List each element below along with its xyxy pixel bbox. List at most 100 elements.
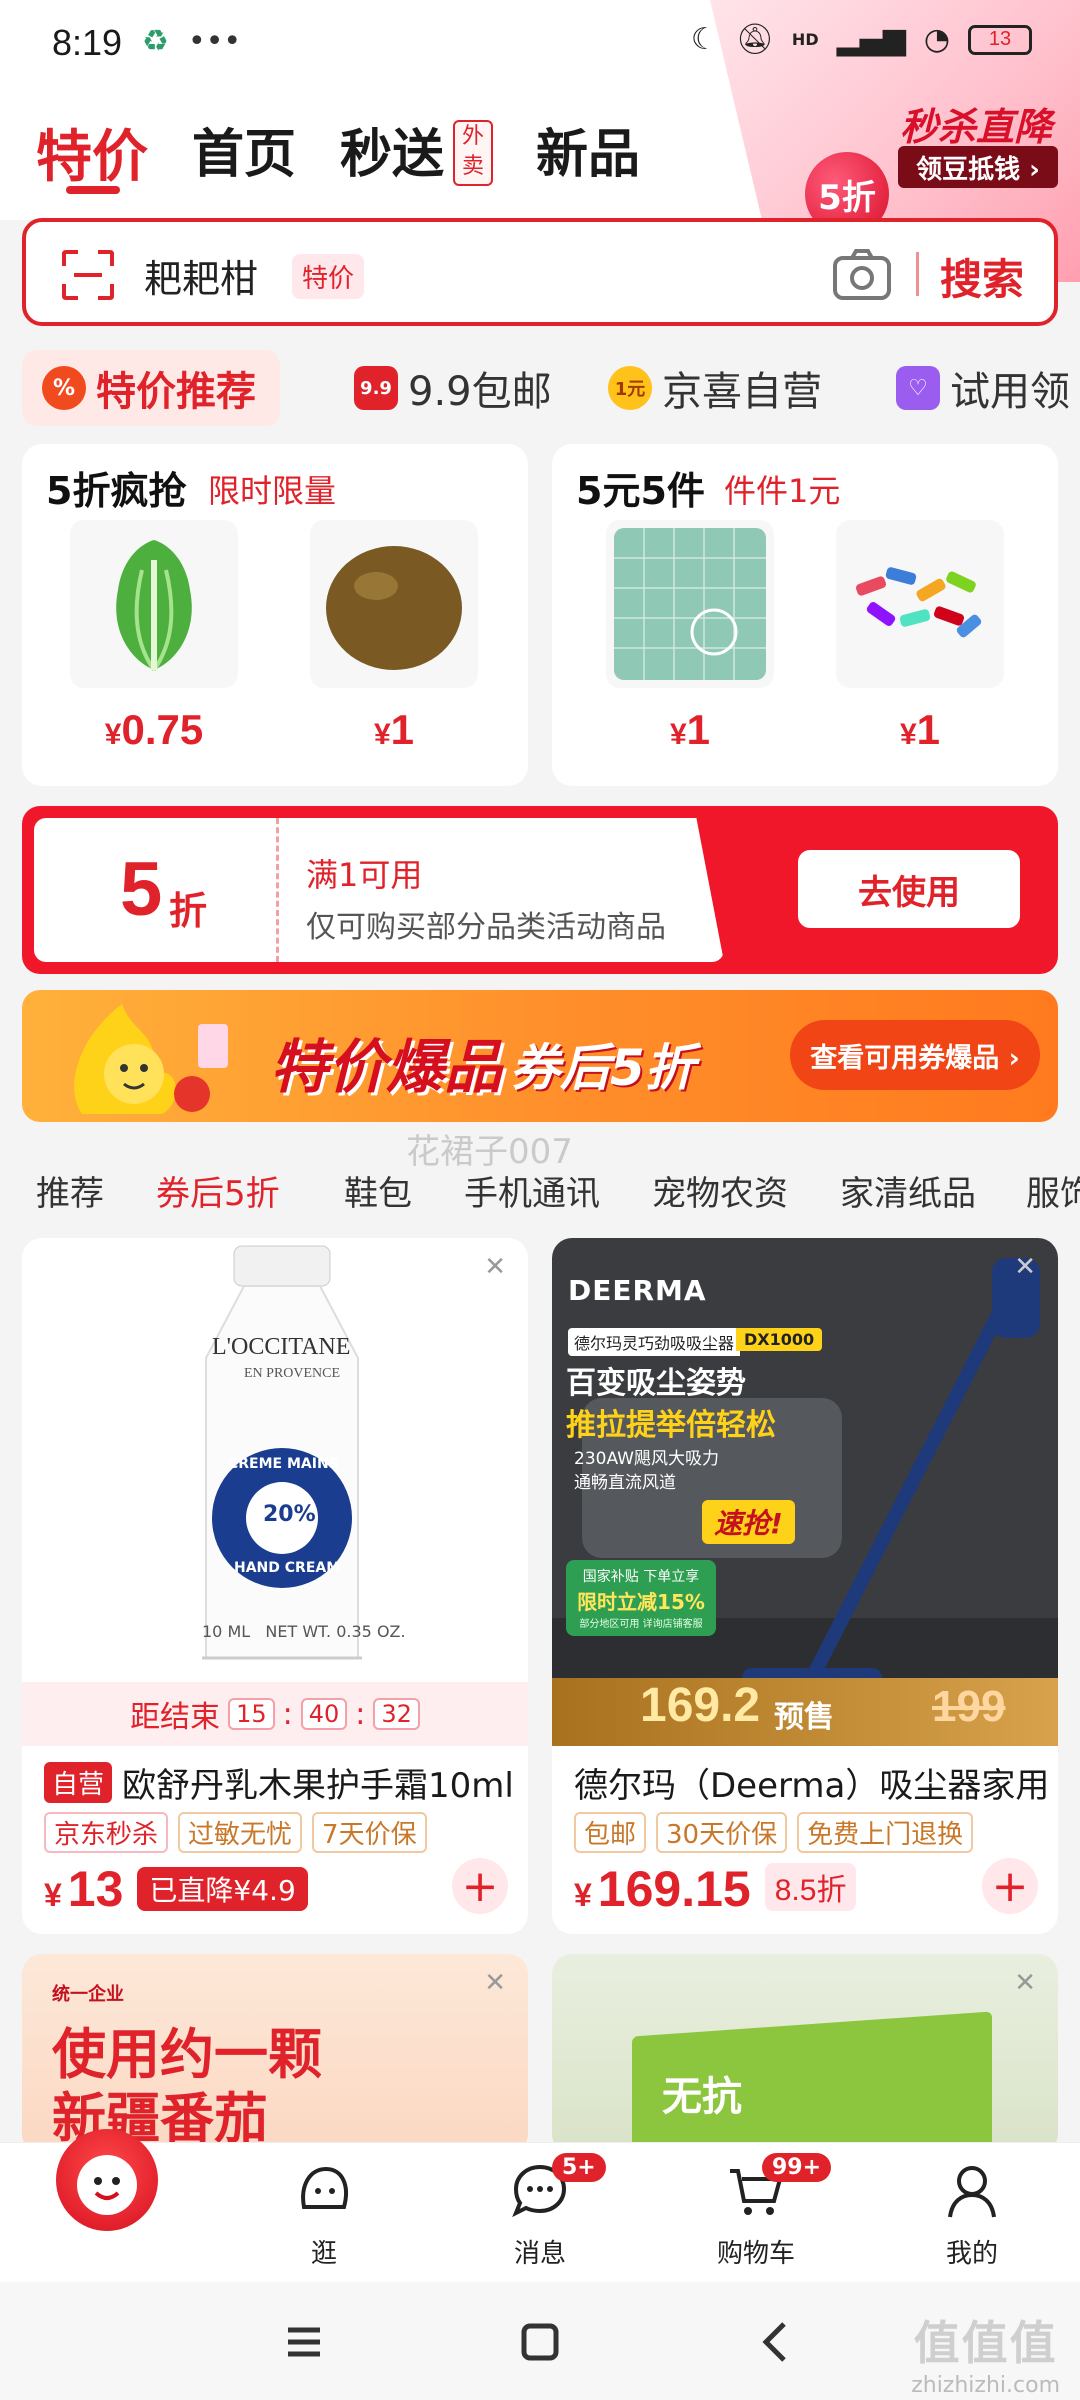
filter-recommend[interactable]: 推荐 xyxy=(36,1166,104,1215)
category-jingxi[interactable]: 1元 京喜自营 xyxy=(608,350,822,426)
search-input[interactable]: 耙耙柑 xyxy=(144,248,258,303)
filter-shoes-bags[interactable]: 鞋包 xyxy=(344,1166,412,1215)
category-tejia-tuijian[interactable]: % 特价推荐 xyxy=(22,350,280,426)
hand-cream-image[interactable]: L'OCCITANE EN PROVENCE CREME MAINS 20% H… xyxy=(22,1238,528,1746)
menu-icon[interactable] xyxy=(274,2312,334,2372)
add-to-cart-button[interactable]: + xyxy=(982,1858,1038,1914)
price-value: 1 xyxy=(686,706,711,753)
close-icon[interactable]: ✕ xyxy=(1014,1968,1036,1998)
app-notification-icon: ♻ xyxy=(142,24,169,59)
luohanguo-image[interactable] xyxy=(310,520,478,688)
subsidy-price: 169.2 xyxy=(640,1679,761,1732)
original-price: 199 xyxy=(932,1682,1006,1731)
product-title: 德尔玛（Deerma）吸尘器家用 xyxy=(574,1766,1050,1806)
camera-icon[interactable] xyxy=(832,248,892,302)
nav-label: 消息 xyxy=(513,2239,566,2269)
category-label: 9.9包邮 xyxy=(408,369,552,415)
product-label-bottom: HAND CREAM xyxy=(234,1560,341,1576)
message-badge: 5+ xyxy=(552,2153,606,2182)
close-icon[interactable]: ✕ xyxy=(484,1968,506,1998)
gov-line-1: 国家补贴 下单立享 xyxy=(582,1569,700,1585)
banner-title: 特价爆品 xyxy=(270,1033,503,1101)
product-card-tomato[interactable]: 统一企业 使用约一颗 新疆番茄 ✕ xyxy=(22,1954,528,2154)
home-square-icon[interactable] xyxy=(510,2312,570,2372)
deal-card-half-price[interactable]: 5折疯抢 限时限量 ¥0.75 ¥1 xyxy=(22,444,528,786)
product-title: 欧舒丹乳木果护手霜10ml xyxy=(122,1766,514,1806)
wifi-icon: ◔ xyxy=(923,22,950,57)
deal-price: ¥1 xyxy=(606,706,774,754)
product-tags: 包邮 30天价保 免费上门退换 xyxy=(574,1812,974,1853)
user-watermark: 花裙子007 xyxy=(406,1132,573,1172)
deal-price: ¥0.75 xyxy=(70,706,238,754)
deal-card-5-for-5[interactable]: 5元5件 件件1元 ¥1 ¥1 xyxy=(552,444,1058,786)
tab-new[interactable]: 新品 xyxy=(536,112,640,187)
category-label: 特价推荐 xyxy=(96,369,256,415)
category-99-baoyou[interactable]: 9.9 9.9包邮 xyxy=(354,350,552,426)
cart-badge: 99+ xyxy=(762,2153,832,2182)
deal-subtitle: 限时限量 xyxy=(208,472,337,510)
vacuum-image[interactable]: DEERMA 德尔玛灵巧劲吸吸尘器 DX1000 百变吸尘姿势 推拉提举倍轻松 … xyxy=(552,1238,1058,1746)
back-icon[interactable] xyxy=(746,2312,806,2372)
nav-label: 我的 xyxy=(945,2239,998,2269)
presale-label: 预售 xyxy=(774,1700,834,1735)
battery-icon: 13 xyxy=(968,24,1032,55)
search-bar[interactable]: 耙耙柑 特价 搜索 xyxy=(22,218,1058,326)
coupon-divider xyxy=(276,818,279,962)
gov-line-3: 部分地区可用 详询店铺客服 xyxy=(579,1619,703,1630)
price-value: 1 xyxy=(390,706,415,753)
currency-symbol: ¥ xyxy=(104,718,122,751)
use-coupon-button[interactable]: 去使用 xyxy=(798,850,1020,928)
product-card-box[interactable]: 无抗 ✕ xyxy=(552,1954,1058,2154)
filter-household[interactable]: 家清纸品 xyxy=(840,1166,976,1215)
currency-symbol: ¥ xyxy=(373,718,391,751)
image-bullet-2: 通畅直流风道 xyxy=(574,1473,676,1493)
tab-miaosong[interactable]: 秒送 xyxy=(340,112,444,187)
category-trial[interactable]: ♡ 试用领 xyxy=(896,350,1070,426)
price-value: 13 xyxy=(67,1861,124,1917)
cutting-mat-image[interactable] xyxy=(606,520,774,688)
coupon-description: 仅可购买部分品类活动商品 xyxy=(306,910,666,945)
filter-clothing[interactable]: 服饰 xyxy=(1026,1166,1080,1215)
scan-icon[interactable] xyxy=(60,248,116,302)
jd-home-logo[interactable] xyxy=(56,2129,158,2231)
search-button[interactable]: 搜索 xyxy=(940,246,1024,307)
hair-clips-image[interactable] xyxy=(836,520,1004,688)
presale-price-strip: 169.2 预售 199 xyxy=(552,1678,1058,1746)
trial-gift-icon: ♡ xyxy=(896,366,940,410)
nav-cart[interactable]: 99+ 购物车 xyxy=(686,2153,832,2270)
coupon-amount: 5 xyxy=(120,847,163,932)
price-99-icon: 9.9 xyxy=(354,366,398,410)
nav-messages[interactable]: 5+ 消息 xyxy=(470,2153,610,2270)
filter-half-price[interactable]: 券后5折 xyxy=(156,1166,280,1215)
product-card-hand-cream[interactable]: L'OCCITANE EN PROVENCE CREME MAINS 20% H… xyxy=(22,1238,528,1934)
deal-subtitle: 件件1元 xyxy=(724,472,841,510)
filter-phones[interactable]: 手机通讯 xyxy=(464,1166,600,1215)
coupon-card[interactable]: 5 折 满1可用 仅可购买部分品类活动商品 去使用 xyxy=(22,806,1058,974)
close-icon[interactable]: ✕ xyxy=(484,1252,506,1282)
product-price: ¥ 13 已直降¥4.9 xyxy=(44,1860,308,1918)
lettuce-image[interactable] xyxy=(70,520,238,688)
more-notifications-icon: ••• xyxy=(188,24,242,59)
coupon-condition: 满1可用 xyxy=(306,856,423,894)
tag-allergy: 过敏无忧 xyxy=(178,1812,303,1853)
waimai-tag: 外卖 xyxy=(453,120,493,186)
add-to-cart-button[interactable]: + xyxy=(452,1858,508,1914)
tab-home[interactable]: 首页 xyxy=(192,112,296,187)
currency-symbol: ¥ xyxy=(669,718,687,751)
nav-me[interactable]: 我的 xyxy=(902,2161,1042,2270)
product-card-vacuum[interactable]: DEERMA 德尔玛灵巧劲吸吸尘器 DX1000 百变吸尘姿势 推拉提举倍轻松 … xyxy=(552,1238,1058,1934)
filter-pets-agri[interactable]: 宠物农资 xyxy=(652,1166,788,1215)
category-label: 试用领 xyxy=(950,369,1070,415)
price-value: 169.15 xyxy=(597,1861,751,1917)
view-coupon-products-button[interactable]: 查看可用券爆品 › xyxy=(790,1020,1040,1090)
battery-level: 13 xyxy=(988,28,1012,50)
nav-browse[interactable]: 逛 xyxy=(254,2161,394,2270)
countdown-seconds: 32 xyxy=(373,1698,420,1730)
close-icon[interactable]: ✕ xyxy=(1014,1252,1036,1282)
tag-free-return: 免费上门退换 xyxy=(797,1812,974,1853)
deal-price: ¥1 xyxy=(836,706,1004,754)
promo-banner[interactable]: 特价爆品 券后5折 查看可用券爆品 › xyxy=(22,990,1058,1122)
user-icon xyxy=(948,2166,996,2218)
currency-symbol: ¥ xyxy=(899,718,917,751)
tab-tejia[interactable]: 特价 xyxy=(36,112,148,193)
